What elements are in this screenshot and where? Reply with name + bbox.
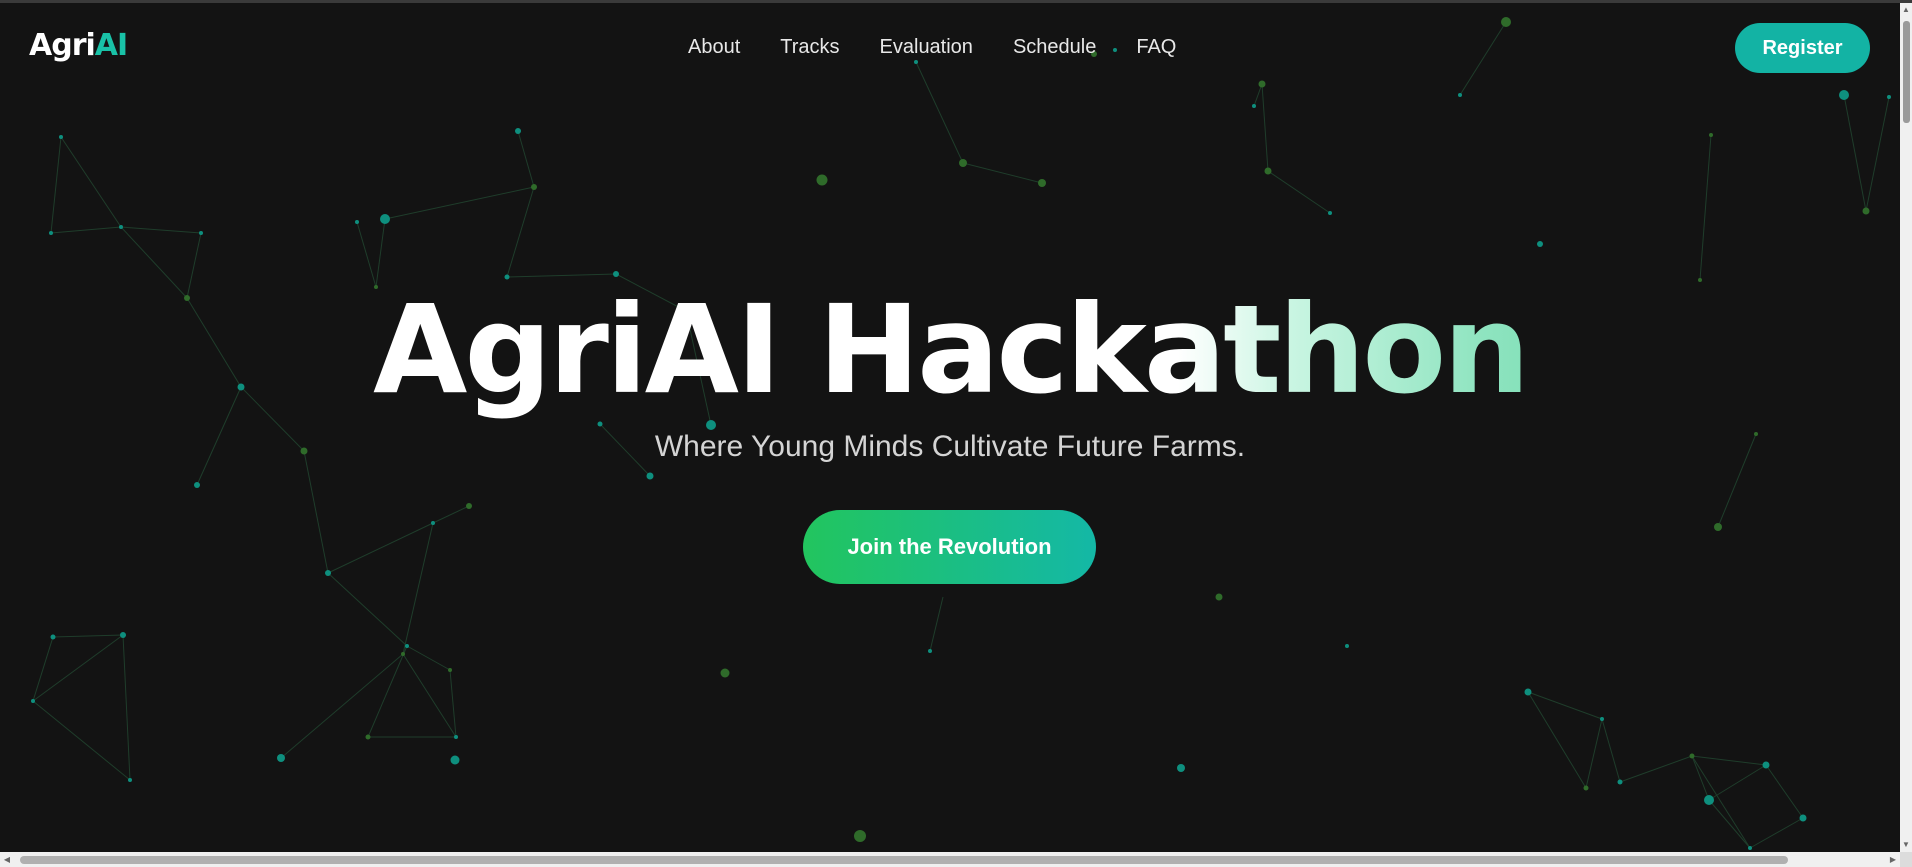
- logo-text-accent: AI: [94, 28, 128, 63]
- page: AgriAI About Tracks Evaluation Schedule …: [0, 0, 1912, 867]
- register-button[interactable]: Register: [1735, 23, 1870, 73]
- vertical-scroll-thumb[interactable]: [1903, 21, 1910, 123]
- nav-link-about[interactable]: About: [688, 36, 740, 59]
- hero-subtitle: Where Young Minds Cultivate Future Farms…: [654, 430, 1246, 463]
- logo-text-main: Agri: [29, 28, 96, 63]
- scroll-right-icon[interactable]: ▶: [1886, 852, 1900, 867]
- nav-link-schedule[interactable]: Schedule: [1013, 36, 1096, 59]
- scroll-up-icon[interactable]: ▲: [1900, 3, 1912, 17]
- scrollbar-corner: [1900, 852, 1912, 867]
- join-revolution-button[interactable]: Join the Revolution: [803, 510, 1096, 584]
- particle-network-background: [31, 17, 1891, 850]
- horizontal-scrollbar[interactable]: ◀ ▶: [0, 852, 1900, 867]
- horizontal-scroll-thumb[interactable]: [20, 856, 1788, 864]
- hero-title: AgriAI Hackathon: [0, 280, 1900, 420]
- nav-link-evaluation[interactable]: Evaluation: [880, 36, 973, 59]
- vertical-scrollbar[interactable]: ▲ ▼: [1900, 3, 1912, 852]
- scroll-down-icon[interactable]: ▼: [1900, 838, 1912, 852]
- nav-link-faq[interactable]: FAQ: [1136, 36, 1176, 59]
- brand-logo[interactable]: AgriAI: [29, 28, 128, 63]
- main-nav: About Tracks Evaluation Schedule FAQ: [688, 36, 1216, 59]
- nav-link-tracks[interactable]: Tracks: [780, 36, 839, 59]
- scroll-left-icon[interactable]: ◀: [0, 852, 14, 867]
